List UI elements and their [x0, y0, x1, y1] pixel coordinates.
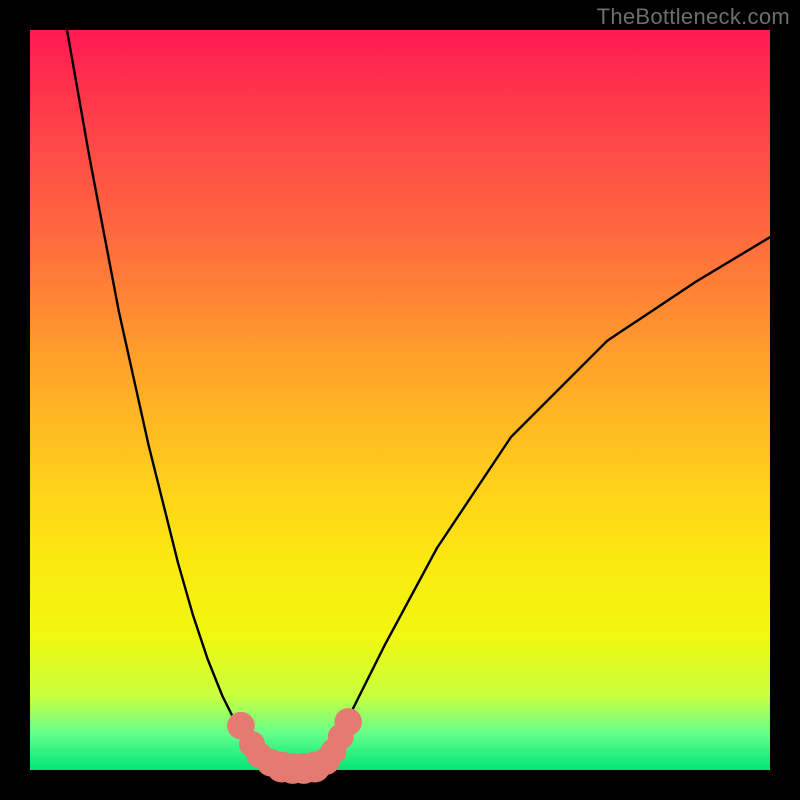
plot-area	[30, 30, 770, 770]
bottleneck-curve	[67, 30, 770, 770]
curve-group	[67, 30, 770, 770]
chart-frame: TheBottleneck.com	[0, 0, 800, 800]
curve-svg	[30, 30, 770, 770]
data-marker	[334, 708, 362, 736]
marker-group	[227, 708, 362, 784]
watermark-text: TheBottleneck.com	[597, 4, 790, 30]
